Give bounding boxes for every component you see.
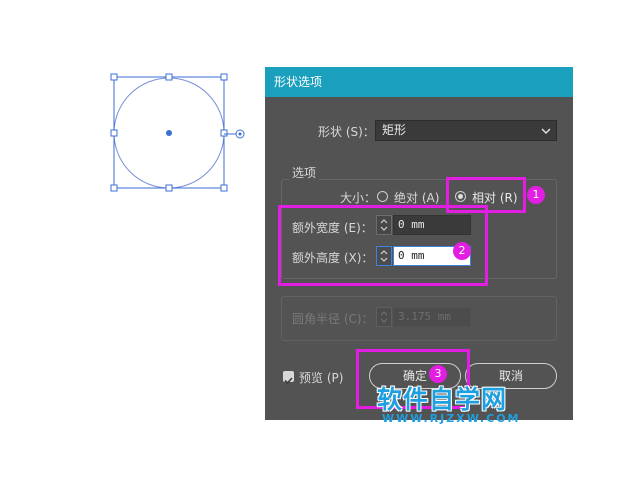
resize-handle-left[interactable] [110, 129, 118, 137]
extra-height-label: 额外高度 (X)： [292, 251, 374, 265]
options-group-title: 选项 [289, 164, 320, 181]
shape-select[interactable]: 矩形 [375, 120, 557, 141]
corner-radius-stepper [376, 307, 392, 327]
preview-label[interactable]: 预览 (P) [299, 369, 343, 386]
stepper-arrows-icon [380, 250, 388, 262]
extra-width-stepper[interactable] [376, 215, 392, 235]
resize-handle-top-right[interactable] [220, 73, 228, 81]
size-relative-radio[interactable] [455, 191, 466, 202]
extra-height-stepper[interactable] [376, 246, 392, 266]
corner-radius-input: 3.175 mm [393, 307, 471, 327]
watermark-url: WWW.RJZXW.COM [382, 412, 521, 425]
preview-checkbox[interactable] [283, 371, 294, 385]
resize-handle-bottom-left[interactable] [110, 184, 118, 192]
stepper-arrows-icon [380, 219, 388, 231]
resize-handle-bottom[interactable] [165, 184, 173, 192]
dialog-title: 形状选项 [265, 67, 573, 97]
extra-width-input[interactable]: 0 mm [393, 215, 471, 235]
checkmark-icon [284, 377, 293, 385]
watermark-title: 软件自学网 [377, 385, 508, 414]
shape-select-value: 矩形 [382, 123, 407, 137]
size-relative-label[interactable]: 相对 (R) [472, 189, 518, 206]
resize-handle-bottom-right[interactable] [220, 184, 228, 192]
chevron-down-icon [541, 128, 551, 135]
annotation-badge-1: 1 [527, 186, 545, 204]
stepper-arrows-icon [380, 311, 388, 323]
shape-options-dialog: 形状选项 形状 (S)： 矩形 选项 大小： 绝对 (A) 相对 (R) 额外宽… [265, 67, 573, 420]
resize-handle-top[interactable] [165, 73, 173, 81]
corner-radius-label: 圆角半径 (C)： [292, 312, 374, 326]
resize-handle-top-left[interactable] [110, 73, 118, 81]
annotation-badge-2: 2 [453, 242, 471, 260]
shape-label: 形状 (S)： [318, 125, 375, 139]
extra-width-label: 额外宽度 (E)： [292, 221, 373, 235]
center-point-icon [166, 130, 172, 136]
size-absolute-label[interactable]: 绝对 (A) [394, 189, 439, 206]
resize-handle-right[interactable] [220, 129, 228, 137]
size-label: 大小： [340, 191, 377, 205]
size-absolute-radio[interactable] [377, 191, 388, 202]
